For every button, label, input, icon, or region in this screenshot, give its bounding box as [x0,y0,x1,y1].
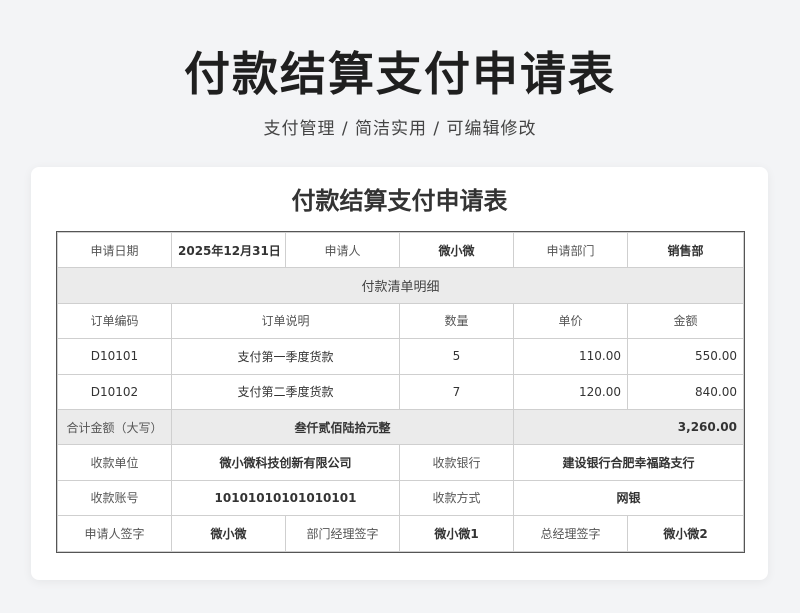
payee-unit-value[interactable]: 微小微科技创新有限公司 [171,444,400,481]
payee-unit-label: 收款单位 [57,444,172,481]
order-code[interactable]: D10101 [57,338,172,375]
hero-subtitle: 支付管理 / 简洁实用 / 可编辑修改 [263,119,537,139]
account-label: 收款账号 [57,479,172,517]
applicant-value[interactable]: 微小微 [399,231,514,269]
applicant-sign-value[interactable]: 微小微 [171,515,286,552]
account-value[interactable]: 10101010101010101 [171,479,400,517]
form-card: 付款结算支付申请表 申请日期 2025年12月31日 申请人 微小微 申请部门 … [31,167,768,580]
order-amount[interactable]: 550.00 [627,338,744,375]
applicant-sign-label: 申请人签字 [57,515,172,552]
document-title: 付款结算支付申请表 [291,187,508,215]
date-label: 申请日期 [57,231,172,269]
payee-bank-label: 收款银行 [399,444,514,481]
order-price[interactable]: 110.00 [513,338,628,375]
payee-row: 收款单位 微小微科技创新有限公司 收款银行 建设银行合肥幸福路支行 [57,444,744,481]
order-amount[interactable]: 840.00 [627,373,744,410]
applicant-label: 申请人 [285,231,400,269]
total-label: 合计金额（大写） [57,408,172,446]
column-header-code: 订单编码 [57,302,172,340]
department-value[interactable]: 销售部 [627,231,744,269]
date-value[interactable]: 2025年12月31日 [171,231,286,269]
column-header-price: 单价 [513,302,628,340]
total-amount[interactable]: 3,260.00 [513,408,744,446]
column-header-amount: 金额 [627,302,744,340]
table-row: D10102 支付第二季度货款 7 120.00 840.00 [57,373,744,410]
header-row: 申请日期 2025年12月31日 申请人 微小微 申请部门 销售部 [57,231,744,269]
order-code[interactable]: D10102 [57,373,172,410]
order-desc[interactable]: 支付第二季度货款 [171,373,400,410]
payee-bank-value[interactable]: 建设银行合肥幸福路支行 [513,444,744,481]
signature-row: 申请人签字 微小微 部门经理签字 微小微1 总经理签字 微小微2 [57,515,744,552]
order-qty[interactable]: 7 [399,373,514,410]
order-qty[interactable]: 5 [399,338,514,375]
total-row: 合计金额（大写） 叁仟贰佰陆拾元整 3,260.00 [57,408,744,446]
method-value[interactable]: 网银 [513,479,744,517]
section-title: 付款清单明细 [57,267,744,304]
column-header-qty: 数量 [399,302,514,340]
gm-sign-value[interactable]: 微小微2 [627,515,744,552]
section-row: 付款清单明细 [57,267,744,304]
total-words[interactable]: 叁仟贰佰陆拾元整 [171,408,514,446]
table-row: D10101 支付第一季度货款 5 110.00 550.00 [57,338,744,375]
department-label: 申请部门 [513,231,628,269]
column-header-row: 订单编码 订单说明 数量 单价 金额 [57,302,744,340]
column-header-desc: 订单说明 [171,302,400,340]
order-price[interactable]: 120.00 [513,373,628,410]
order-desc[interactable]: 支付第一季度货款 [171,338,400,375]
hero-title: 付款结算支付申请表 [184,47,616,101]
manager-sign-label: 部门经理签字 [285,515,400,552]
manager-sign-value[interactable]: 微小微1 [399,515,514,552]
account-row: 收款账号 10101010101010101 收款方式 网银 [57,479,744,517]
payment-form-table: 申请日期 2025年12月31日 申请人 微小微 申请部门 销售部 付款清单明细… [56,231,745,553]
gm-sign-label: 总经理签字 [513,515,628,552]
method-label: 收款方式 [399,479,514,517]
